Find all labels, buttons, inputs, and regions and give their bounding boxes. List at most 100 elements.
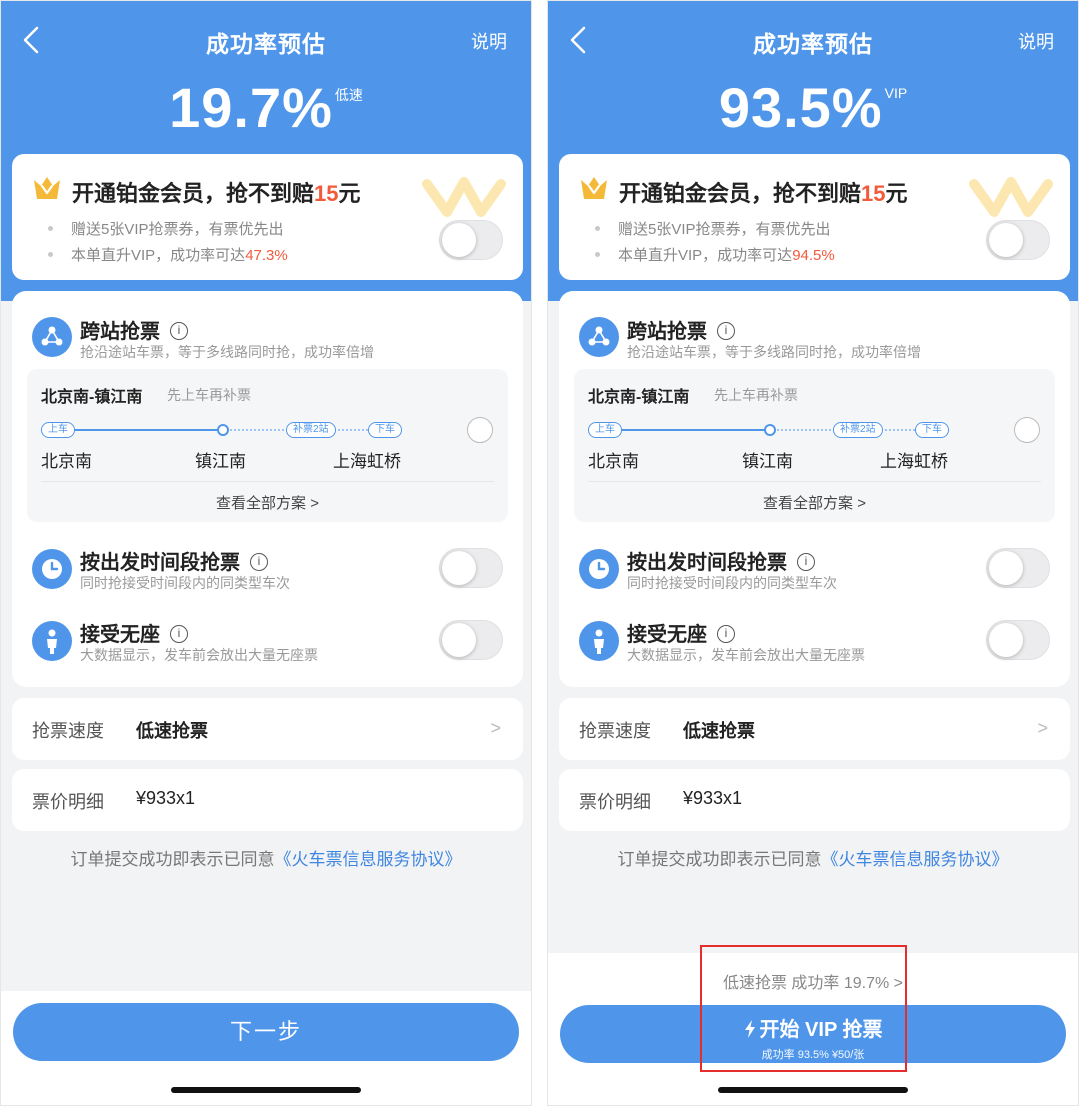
vip-benefit-2-text: 本单直升VIP，成功率可达 [71,247,246,264]
alight-pill: 下车 [915,422,949,438]
success-rate: 93.5% VIP [548,75,1078,140]
divider [588,481,1041,482]
route-diagram: 上车 补票2站 下车 [41,422,411,438]
route-radio[interactable] [1014,417,1040,443]
speed-row[interactable]: 抢票速度 低速抢票 > [12,698,523,760]
makeup-pill: 补票2站 [833,422,883,438]
nav-bar: 成功率预估 说明 [1,1,531,77]
station-mid: 镇江南 [195,452,246,471]
clock-icon [32,549,72,589]
time-slot-subtitle: 同时抢接受时间段内的同类型车次 [627,575,837,591]
vip-toggle[interactable] [986,220,1050,260]
time-slot-title: 按出发时间段抢票 i [80,546,268,575]
time-slot-toggle[interactable] [439,548,503,588]
info-icon[interactable]: i [170,321,188,340]
vip-compensation-amount: 15 [314,181,339,206]
info-icon[interactable]: i [717,321,735,340]
route-plan: 北京南-镇江南 先上车再补票 上车 补票2站 下车 北京南 镇江南 上海虹桥 查… [27,369,508,522]
bottom-bar: 下一步 [1,991,531,1105]
info-icon[interactable]: i [170,624,188,643]
speed-tag: VIP [884,85,908,101]
vip-title-unit: 元 [885,181,908,206]
no-seat-toggle[interactable] [439,620,503,660]
screen-vip: 成功率预估 说明 93.5% VIP 开通铂金会员，抢不到赔15元 赠送5张VIP… [547,0,1079,1106]
vip-benefit-1: 赠送5张VIP抢票券，有票优先出 [48,218,284,239]
cross-station-title-text: 跨站抢票 [80,321,160,343]
vip-title-text: 开通铂金会员，抢不到赔 [619,181,862,206]
person-icon [579,621,619,661]
no-seat-title: 接受无座 i [80,618,188,647]
chevron-right-icon: > [1037,718,1048,738]
price-row[interactable]: 票价明细 ¥933x1 [559,769,1070,831]
no-seat-title-text: 接受无座 [627,624,707,646]
cross-station-subtitle: 抢沿途站车票，等于多线路同时抢，成功率倍增 [80,344,374,360]
no-seat-title-text: 接受无座 [80,624,160,646]
page-title: 成功率预估 [206,31,326,57]
vip-title-unit: 元 [338,181,361,206]
vip-rate-value: 47.3% [245,247,288,264]
vip-promo-card: 开通铂金会员，抢不到赔15元 赠送5张VIP抢票券，有票优先出 本单直升VIP，… [559,154,1070,280]
time-slot-toggle[interactable] [986,548,1050,588]
route-hint: 先上车再补票 [714,387,798,403]
next-step-button[interactable]: 下一步 [13,1003,519,1061]
route-radio[interactable] [467,417,493,443]
no-seat-title: 接受无座 i [627,618,735,647]
view-all-plans-link[interactable]: 查看全部方案 > [574,492,1055,513]
home-indicator [171,1087,361,1093]
agreement-text: 订单提交成功即表示已同意《火车票信息服务协议》 [1,845,531,870]
info-icon[interactable]: i [250,552,268,571]
vip-compensation-amount: 15 [861,181,886,206]
time-slot-title-text: 按出发时间段抢票 [627,552,787,574]
options-card: 跨站抢票 i 抢沿途站车票，等于多线路同时抢，成功率倍增 北京南-镇江南 先上车再… [12,291,523,687]
cross-station-title: 跨站抢票 i [80,315,188,344]
price-row[interactable]: 票价明细 ¥933x1 [12,769,523,831]
vip-toggle[interactable] [439,220,503,260]
info-icon[interactable]: i [797,552,815,571]
success-rate: 19.7% 低速 [1,75,531,140]
price-label: 票价明细 [32,792,104,812]
cross-station-subtitle: 抢沿途站车票，等于多线路同时抢，成功率倍增 [627,344,921,360]
time-slot-subtitle: 同时抢接受时间段内的同类型车次 [80,575,290,591]
speed-row[interactable]: 抢票速度 低速抢票 > [559,698,1070,760]
vip-rate-value: 94.5% [792,247,835,264]
board-pill: 上车 [588,422,622,438]
station-from: 北京南 [41,452,92,471]
board-pill: 上车 [41,422,75,438]
chevron-right-icon: > [490,718,501,738]
view-all-plans-link[interactable]: 查看全部方案 > [27,492,508,513]
station-from: 北京南 [588,452,639,471]
agreement-prefix: 订单提交成功即表示已同意 [617,850,822,869]
help-link[interactable]: 说明 [471,28,507,54]
price-value: ¥933x1 [136,788,196,808]
info-icon[interactable]: i [717,624,735,643]
speed-label: 抢票速度 [32,721,104,741]
agreement-link[interactable]: 《火车票信息服务协议》 [275,850,462,869]
price-label: 票价明细 [579,792,651,812]
success-rate-value: 19.7% [169,76,333,139]
options-card: 跨站抢票 i 抢沿途站车票，等于多线路同时抢，成功率倍增 北京南-镇江南 先上车再… [559,291,1070,687]
time-slot-title-text: 按出发时间段抢票 [80,552,240,574]
speed-value: 低速抢票 [683,721,755,741]
agreement-text: 订单提交成功即表示已同意《火车票信息服务协议》 [548,845,1078,870]
person-icon [32,621,72,661]
vip-benefit-2: 本单直升VIP，成功率可达47.3% [48,244,288,265]
no-seat-toggle[interactable] [986,620,1050,660]
help-link[interactable]: 说明 [1018,28,1054,54]
price-value: ¥933x1 [683,788,743,808]
no-seat-subtitle: 大数据显示，发车前会放出大量无座票 [80,647,318,663]
route-name: 北京南-镇江南 [41,389,143,406]
speed-tag: 低速 [334,87,363,103]
vip-title: 开通铂金会员，抢不到赔15元 [72,176,361,208]
home-indicator [718,1087,908,1093]
station-to: 上海虹桥 [880,452,948,471]
route-hint: 先上车再补票 [167,387,251,403]
agreement-link[interactable]: 《火车票信息服务协议》 [822,850,1009,869]
station-to: 上海虹桥 [333,452,401,471]
route-plan: 北京南-镇江南 先上车再补票 上车 补票2站 下车 北京南 镇江南 上海虹桥 查… [574,369,1055,522]
highlight-box [700,945,907,1072]
vip-benefit-1-text: 赠送5张VIP抢票券，有票优先出 [71,221,284,238]
network-icon [579,317,619,357]
divider [41,481,494,482]
nav-bar: 成功率预估 说明 [548,1,1078,77]
station-mid: 镇江南 [742,452,793,471]
